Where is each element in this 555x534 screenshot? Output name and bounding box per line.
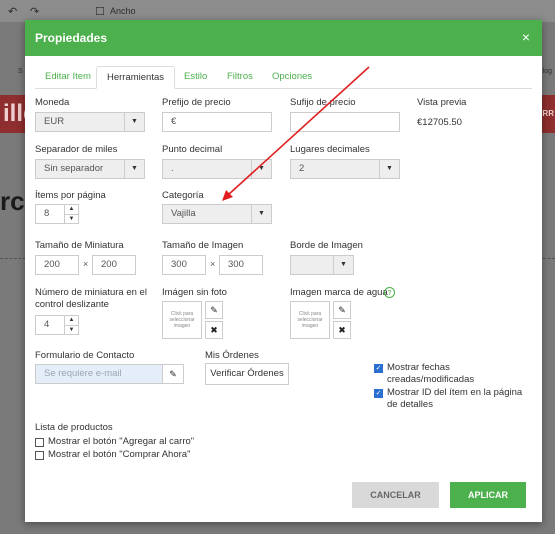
arrow-line [227,66,370,196]
annotation-arrow [222,66,370,201]
